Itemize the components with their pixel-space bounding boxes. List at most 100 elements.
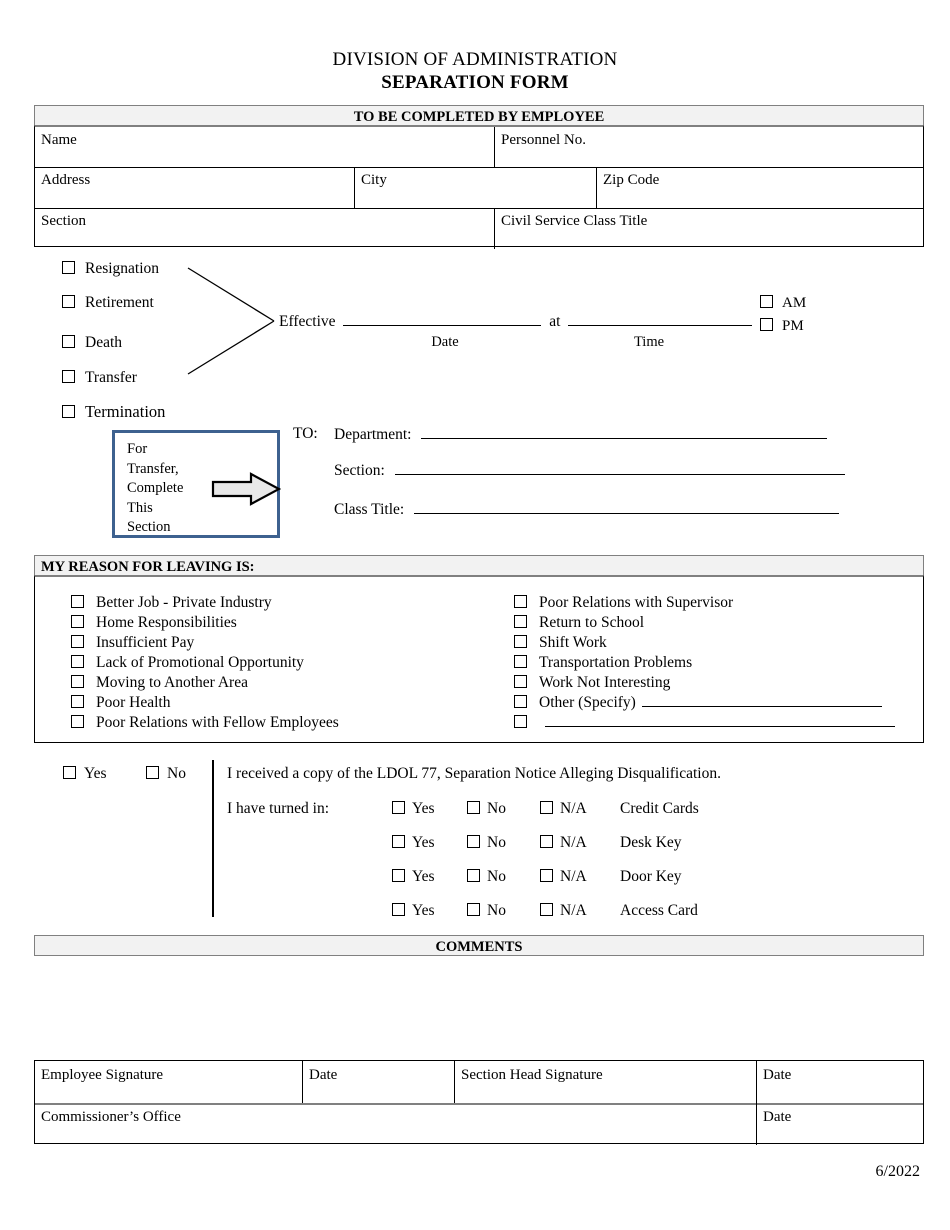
reason-moving-to-another-area[interactable]: Moving to Another Area	[71, 673, 248, 693]
separation-type-retirement[interactable]: Retirement	[62, 294, 154, 311]
door-key-no-option[interactable]: No	[467, 868, 506, 886]
checkbox-desk-key-na[interactable]	[540, 835, 553, 848]
col-divider-zip	[596, 167, 597, 208]
door-key-na-option[interactable]: N/A	[540, 868, 587, 886]
checkbox-shift-work[interactable]	[514, 635, 527, 648]
checkbox-other-specify[interactable]	[514, 695, 527, 708]
checkbox-poor-health[interactable]	[71, 695, 84, 708]
access-card-no-option[interactable]: No	[467, 902, 506, 920]
reason-other-blank[interactable]	[514, 713, 895, 733]
access-card-na-label: N/A	[560, 902, 587, 919]
turned-in-row-credit-cards: Yes No N/A Credit Cards	[0, 800, 950, 819]
effective-conjunction-label: at	[549, 313, 561, 330]
checkbox-moving-to-another-area[interactable]	[71, 675, 84, 688]
reason-home-responsibilities[interactable]: Home Responsibilities	[71, 613, 237, 633]
checkbox-ldol-receipt-yes[interactable]	[63, 766, 76, 779]
access-card-na-option[interactable]: N/A	[540, 902, 587, 920]
checkbox-door-key-yes[interactable]	[392, 869, 405, 882]
checkbox-am[interactable]	[760, 295, 773, 308]
checkbox-credit-cards-yes[interactable]	[392, 801, 405, 814]
reason-insufficient-pay-label: Insufficient Pay	[96, 634, 195, 651]
credit-cards-yes-option[interactable]: Yes	[392, 800, 435, 818]
signature-col-divider-2	[454, 1061, 455, 1103]
separation-type-death[interactable]: Death	[62, 334, 122, 351]
checkbox-better-job[interactable]	[71, 595, 84, 608]
separation-type-resignation[interactable]: Resignation	[62, 260, 159, 277]
desk-key-yes-option[interactable]: Yes	[392, 834, 435, 852]
reason-other-specify[interactable]: Other (Specify)	[514, 693, 882, 713]
checkbox-door-key-no[interactable]	[467, 869, 480, 882]
checkbox-return-to-school[interactable]	[514, 615, 527, 628]
checkbox-transfer[interactable]	[62, 370, 75, 383]
checkbox-ldol-receipt-no[interactable]	[146, 766, 159, 779]
turned-in-item-door-key: Door Key	[620, 868, 682, 885]
access-card-yes-label: Yes	[412, 902, 435, 919]
door-key-yes-option[interactable]: Yes	[392, 868, 435, 886]
checkbox-access-card-na[interactable]	[540, 903, 553, 916]
reason-poor-relations-supervisor[interactable]: Poor Relations with Supervisor	[514, 593, 733, 613]
desk-key-no-option[interactable]: No	[467, 834, 506, 852]
transfer-class-title-label: Class Title:	[334, 501, 405, 518]
pm-option[interactable]: PM	[760, 318, 804, 335]
checkbox-door-key-na[interactable]	[540, 869, 553, 882]
checkbox-desk-key-no[interactable]	[467, 835, 480, 848]
reason-insufficient-pay[interactable]: Insufficient Pay	[71, 633, 194, 653]
reason-better-job[interactable]: Better Job - Private Industry	[71, 593, 272, 613]
checkbox-pm[interactable]	[760, 318, 773, 331]
reason-moving-to-another-area-label: Moving to Another Area	[96, 674, 248, 691]
reason-other-blank-input[interactable]	[545, 713, 895, 727]
signature-col-divider-4	[756, 1103, 757, 1145]
transfer-class-title-input[interactable]	[414, 500, 840, 514]
reason-shift-work[interactable]: Shift Work	[514, 633, 607, 653]
label-employee-date: Date	[309, 1067, 338, 1083]
checkbox-other-blank[interactable]	[514, 715, 527, 728]
checkbox-termination[interactable]	[62, 405, 75, 418]
effective-date-input[interactable]	[343, 312, 542, 326]
access-card-yes-option[interactable]: Yes	[392, 902, 435, 920]
checkbox-access-card-no[interactable]	[467, 903, 480, 916]
credit-cards-no-label: No	[487, 800, 506, 817]
am-option[interactable]: AM	[760, 295, 806, 312]
checkbox-retirement[interactable]	[62, 295, 75, 308]
checkbox-insufficient-pay[interactable]	[71, 635, 84, 648]
reason-poor-relations-fellow-employees[interactable]: Poor Relations with Fellow Employees	[71, 713, 339, 733]
checkbox-death[interactable]	[62, 335, 75, 348]
reason-lack-of-promotion-label: Lack of Promotional Opportunity	[96, 654, 304, 671]
turned-in-row-desk-key: Yes No N/A Desk Key	[0, 834, 950, 853]
effective-time-input[interactable]	[568, 312, 753, 326]
checkbox-home-responsibilities[interactable]	[71, 615, 84, 628]
transfer-department-input[interactable]	[421, 425, 828, 439]
transfer-section-input[interactable]	[394, 461, 845, 475]
ldol-receipt-yes-option[interactable]: Yes	[63, 765, 107, 783]
col-divider-name	[494, 127, 495, 167]
checkbox-credit-cards-na[interactable]	[540, 801, 553, 814]
checkbox-access-card-yes[interactable]	[392, 903, 405, 916]
label-address: Address	[41, 172, 91, 188]
ldol-receipt-no-option[interactable]: No	[146, 765, 186, 783]
checkbox-credit-cards-no[interactable]	[467, 801, 480, 814]
checkbox-lack-of-promotion[interactable]	[71, 655, 84, 668]
reason-lack-of-promotion[interactable]: Lack of Promotional Opportunity	[71, 653, 304, 673]
checkbox-resignation[interactable]	[62, 261, 75, 274]
separation-type-termination[interactable]: Termination	[62, 403, 165, 420]
desk-key-na-option[interactable]: N/A	[540, 834, 587, 852]
reason-poor-health[interactable]: Poor Health	[71, 693, 170, 713]
checkbox-desk-key-yes[interactable]	[392, 835, 405, 848]
right-arrow-icon	[211, 472, 281, 506]
credit-cards-na-option[interactable]: N/A	[540, 800, 587, 818]
row-divider-2	[35, 208, 923, 209]
credit-cards-no-option[interactable]: No	[467, 800, 506, 818]
door-key-na-label: N/A	[560, 868, 587, 885]
checkbox-transportation-problems[interactable]	[514, 655, 527, 668]
reason-work-not-interesting[interactable]: Work Not Interesting	[514, 673, 670, 693]
checkbox-poor-relations-fellow-employees[interactable]	[71, 715, 84, 728]
label-personnel-no: Personnel No.	[501, 132, 586, 148]
form-revision-date: 6/2022	[875, 1163, 920, 1180]
separation-type-transfer[interactable]: Transfer	[62, 369, 137, 386]
checkbox-work-not-interesting[interactable]	[514, 675, 527, 688]
reason-other-specify-input[interactable]	[641, 693, 882, 707]
reason-transportation-problems[interactable]: Transportation Problems	[514, 653, 692, 673]
label-name: Name	[41, 132, 77, 148]
reason-return-to-school[interactable]: Return to School	[514, 613, 644, 633]
checkbox-poor-relations-supervisor[interactable]	[514, 595, 527, 608]
